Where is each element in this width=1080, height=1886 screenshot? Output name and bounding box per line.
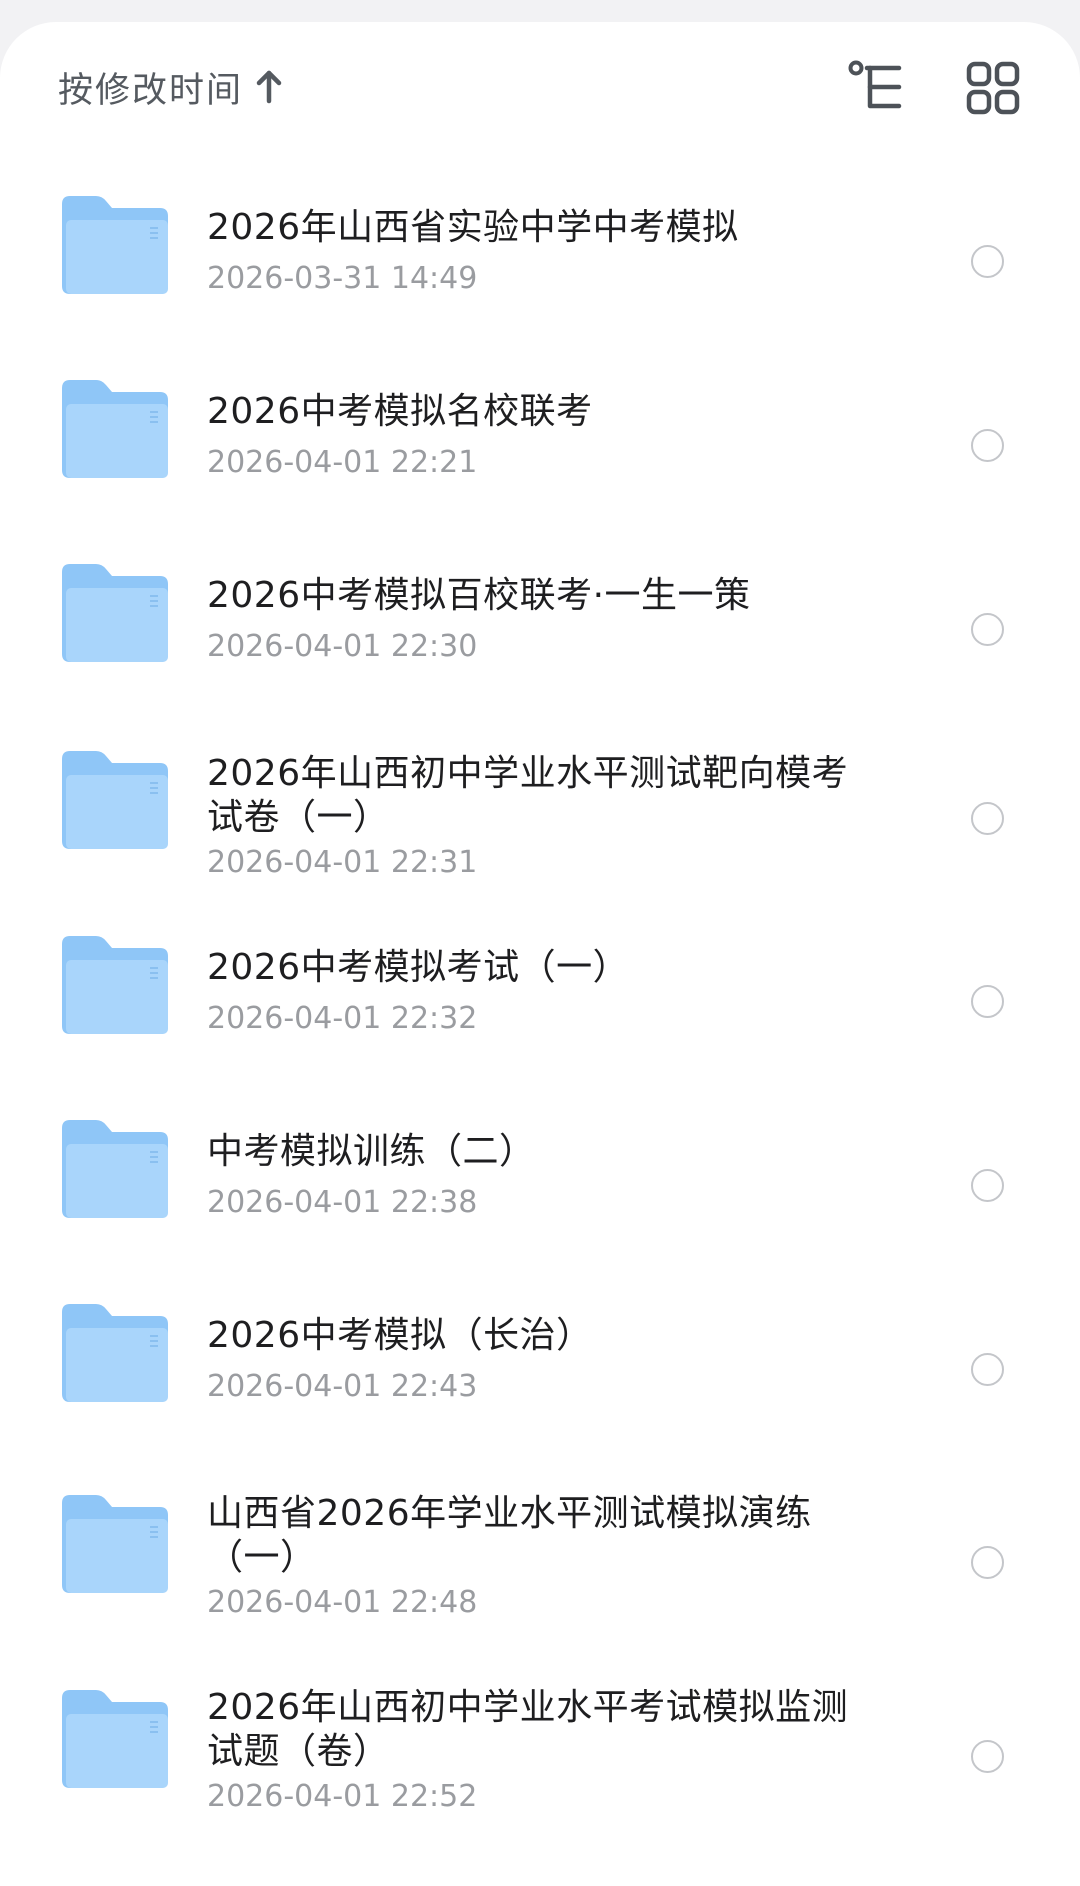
folder-icon xyxy=(62,1304,168,1402)
folder-name: 2026中考模拟（长治） xyxy=(207,1315,593,1356)
folder-name: 2026年山西初中学业水平考试模拟监测试题（卷） xyxy=(207,1687,849,1772)
select-radio[interactable] xyxy=(971,1740,1004,1773)
folder-icon xyxy=(62,936,168,1034)
folder-item[interactable]: 2026年山西初中学业水平考试模拟监测试题（卷） 2026-04-01 22:5… xyxy=(0,1634,1080,1834)
folder-date: 2026-04-01 22:31 xyxy=(207,845,478,880)
folder-date: 2026-04-01 22:32 xyxy=(207,1001,478,1036)
select-radio[interactable] xyxy=(971,1546,1004,1579)
folder-name: 中考模拟训练（二） xyxy=(207,1131,536,1172)
folder-name: 山西省2026年学业水平测试模拟演练（一） xyxy=(207,1493,812,1578)
folder-item[interactable]: 2026中考模拟（长治） 2026-04-01 22:43 xyxy=(0,1254,1080,1438)
folder-date: 2026-03-31 14:49 xyxy=(207,261,478,296)
select-radio[interactable] xyxy=(971,1353,1004,1386)
folder-icon xyxy=(62,751,168,849)
folder-item[interactable]: 2026中考模拟考试（一） 2026-04-01 22:32 xyxy=(0,886,1080,1070)
folder-date: 2026-04-01 22:21 xyxy=(207,445,478,480)
folder-name: 2026年山西初中学业水平测试靶向模考试卷（一） xyxy=(207,753,849,838)
select-radio[interactable] xyxy=(971,245,1004,278)
arrow-up-icon xyxy=(256,70,282,104)
folder-icon xyxy=(62,1690,168,1788)
folder-item[interactable]: 2026年山西初中学业水平测试靶向模考试卷（一） 2026-04-01 22:3… xyxy=(0,694,1080,886)
folder-date: 2026-04-01 22:30 xyxy=(207,629,478,664)
folder-name: 2026年山西省实验中学中考模拟 xyxy=(207,207,739,248)
folder-icon xyxy=(62,380,168,478)
select-radio[interactable] xyxy=(971,985,1004,1018)
folder-item[interactable]: 2026中考模拟百校联考·一生一策 2026-04-01 22:30 xyxy=(0,510,1080,694)
folder-icon xyxy=(62,564,168,662)
file-list-panel: 按修改时间 2026年山西省实验中学中考模拟 2026-03-31 14:49 … xyxy=(0,22,1080,1886)
select-radio[interactable] xyxy=(971,802,1004,835)
folder-date: 2026-04-01 22:43 xyxy=(207,1369,478,1404)
tree-view-icon[interactable] xyxy=(847,58,907,118)
folder-icon xyxy=(62,196,168,294)
folder-name: 2026中考模拟名校联考 xyxy=(207,391,593,432)
sort-label: 按修改时间 xyxy=(58,70,244,111)
select-radio[interactable] xyxy=(971,613,1004,646)
grid-view-icon[interactable] xyxy=(963,58,1023,118)
folder-name: 2026中考模拟考试（一） xyxy=(207,947,630,988)
folder-date: 2026-04-01 22:48 xyxy=(207,1585,478,1620)
folder-icon xyxy=(62,1495,168,1593)
folder-item[interactable]: 2026年山西省实验中学中考模拟 2026-03-31 14:49 xyxy=(0,142,1080,326)
folder-name: 2026中考模拟百校联考·一生一策 xyxy=(207,575,751,616)
sort-by-modified-time-button[interactable]: 按修改时间 xyxy=(58,62,283,112)
folder-item[interactable]: 山西省2026年学业水平测试模拟演练（一） 2026-04-01 22:48 xyxy=(0,1438,1080,1634)
folder-icon xyxy=(62,1120,168,1218)
select-radio[interactable] xyxy=(971,1169,1004,1202)
select-radio[interactable] xyxy=(971,429,1004,462)
folder-item[interactable]: 2026中考模拟名校联考 2026-04-01 22:21 xyxy=(0,326,1080,510)
list-header: 按修改时间 xyxy=(0,22,1080,142)
folder-date: 2026-04-01 22:52 xyxy=(207,1779,478,1814)
folder-item[interactable]: 中考模拟训练（二） 2026-04-01 22:38 xyxy=(0,1070,1080,1254)
folder-date: 2026-04-01 22:38 xyxy=(207,1185,478,1220)
